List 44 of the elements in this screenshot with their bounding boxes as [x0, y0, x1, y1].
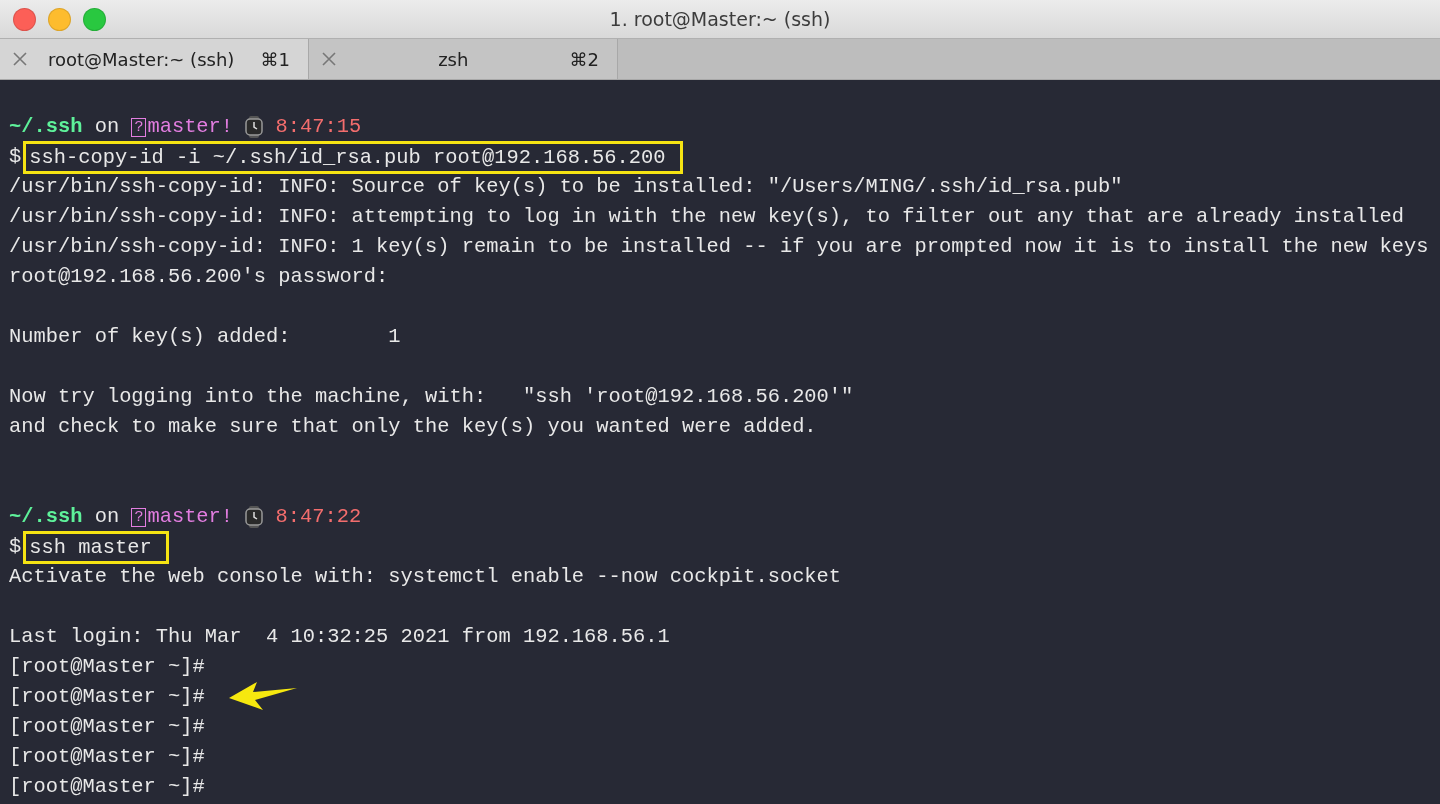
- prompt-text: on: [94, 114, 120, 140]
- output-line: [root@Master ~]#: [9, 684, 205, 710]
- missing-glyph-box: ?: [131, 507, 147, 527]
- watch-icon: [245, 116, 264, 138]
- window-title: 1. root@Master:~ (ssh): [609, 8, 831, 30]
- tab-shortcut: ⌘1: [260, 48, 290, 70]
- prompt-directory: ~/.ssh: [9, 504, 83, 530]
- zoom-button[interactable]: [83, 7, 106, 31]
- git-branch: master: [147, 114, 221, 140]
- command-text: ssh master: [23, 530, 169, 564]
- watch-icon: [245, 506, 264, 528]
- output-line: and check to make sure that only the key(s) you wanted were added.: [9, 414, 817, 440]
- tab[interactable]: zsh ⌘2: [309, 39, 618, 79]
- tab[interactable]: root@Master:~ (ssh) ⌘1: [0, 39, 309, 79]
- prompt-directory: ~/.ssh: [9, 114, 83, 140]
- output-line: [root@Master ~]#: [9, 774, 205, 800]
- git-branch: master: [147, 504, 221, 530]
- prompt-text: on: [94, 504, 120, 530]
- output-line: /usr/bin/ssh-copy-id: INFO: attempting to log in with the new key(s), to filter out any that are already installed: [9, 204, 1404, 230]
- output-line: [root@Master ~]#: [9, 714, 205, 740]
- output-line: [root@Master ~]#: [9, 654, 205, 680]
- tab-label: zsh: [437, 48, 470, 70]
- output-line: root@192.168.56.200's password:: [9, 264, 389, 290]
- close-button[interactable]: [13, 7, 36, 31]
- dirty-mark: !: [220, 504, 234, 530]
- dirty-mark: !: [220, 114, 234, 140]
- close-icon[interactable]: [12, 51, 28, 67]
- output-line: Last login: Thu Mar 4 10:32:25 2021 from 192.168.56.1: [9, 624, 670, 650]
- close-icon[interactable]: [321, 51, 337, 67]
- tab-shortcut: ⌘2: [569, 48, 599, 70]
- prompt-time: 8:47:22: [275, 504, 362, 530]
- tab-label: root@Master:~ (ssh): [47, 48, 236, 70]
- missing-glyph-box: ?: [131, 117, 147, 137]
- output-line: /usr/bin/ssh-copy-id: INFO: Source of key(s) to be installed: "/Users/MING/.ssh/id_rsa.pub": [9, 174, 1123, 200]
- output-line: Activate the web console with: systemctl enable --now cockpit.socket: [9, 564, 842, 590]
- minimize-button[interactable]: [48, 7, 71, 31]
- prompt-symbol: $: [9, 144, 22, 170]
- output-line: Now try logging into the machine, with: "ssh 'root@192.168.56.200'": [9, 384, 854, 410]
- output-line: /usr/bin/ssh-copy-id: INFO: 1 key(s) remain to be installed -- if you are prompted now it is to install the new keys: [9, 234, 1429, 260]
- output-line: [root@Master ~]#: [9, 744, 205, 770]
- output-line: Number of key(s) added: 1: [9, 324, 401, 350]
- prompt-symbol: $: [9, 534, 22, 560]
- prompt-time: 8:47:15: [275, 114, 362, 140]
- command-text: ssh-copy-id -i ~/.ssh/id_rsa.pub root@192.168.56.200: [23, 140, 683, 174]
